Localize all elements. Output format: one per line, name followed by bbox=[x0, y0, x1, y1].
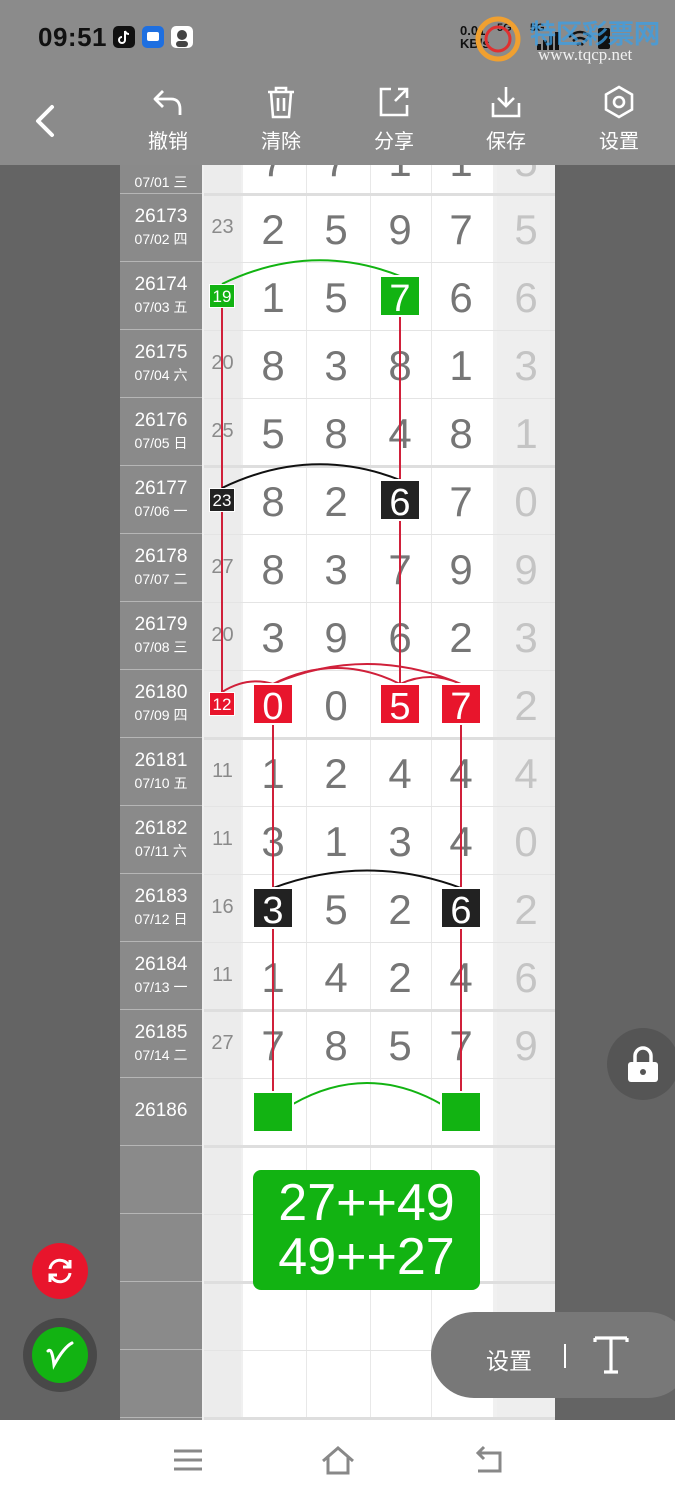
lock-button[interactable] bbox=[607, 1028, 675, 1100]
hexagon-settings-icon bbox=[604, 85, 634, 119]
download-icon bbox=[491, 87, 521, 118]
refresh-icon bbox=[48, 1258, 72, 1284]
clock: 09:51 bbox=[38, 22, 107, 52]
text-T-icon[interactable] bbox=[591, 1332, 631, 1378]
highlight-digit-box: 7 bbox=[440, 683, 482, 728]
pen-button-inner bbox=[32, 1327, 88, 1383]
trash-icon bbox=[268, 86, 294, 119]
pen-button[interactable] bbox=[23, 1318, 97, 1392]
green-arc bbox=[292, 1082, 442, 1105]
text-settings-label[interactable]: 设置 bbox=[486, 1342, 532, 1376]
pill-separator bbox=[564, 1344, 566, 1368]
save-button[interactable]: 保存 bbox=[466, 85, 546, 154]
highlight-digit-box: 7 bbox=[379, 275, 421, 320]
black-arc bbox=[221, 463, 401, 489]
share-button[interactable]: 分享 bbox=[354, 85, 434, 154]
black-arc bbox=[272, 869, 462, 889]
message-app-icon bbox=[142, 26, 164, 48]
highlight-sum-box: 23 bbox=[209, 488, 235, 512]
settings-label: 设置 bbox=[599, 131, 639, 153]
settings-button[interactable]: 设置 bbox=[579, 85, 659, 154]
menu-icon[interactable] bbox=[172, 1445, 204, 1475]
highlight-sum-box: 12 bbox=[209, 692, 235, 716]
highlight-digit-box: 0 bbox=[252, 683, 294, 728]
undo-icon bbox=[153, 90, 182, 115]
highlight-digit-box: 3 bbox=[252, 887, 294, 932]
share-label: 分享 bbox=[374, 131, 414, 153]
lottery-grid[interactable]: 07/01 三 26173 07/02 四 26174 07/03 五 26175 07/0… bbox=[120, 165, 555, 1420]
lock-icon bbox=[628, 1046, 658, 1082]
highlight-digit-box bbox=[440, 1091, 482, 1133]
undo-label: 撤销 bbox=[148, 131, 188, 153]
refresh-button[interactable] bbox=[32, 1243, 88, 1299]
status-bar: 09:51 0.01 KB/s 5G 5G 特区彩票网 www.tqcp.net bbox=[0, 0, 675, 75]
back-arrow-icon[interactable] bbox=[30, 103, 60, 139]
clear-label: 清除 bbox=[261, 131, 301, 153]
watermark-url: www.tqcp.net bbox=[538, 45, 633, 64]
highlight-sum-box: 19 bbox=[209, 284, 235, 308]
prediction-box[interactable]: 27++49 49++27 bbox=[253, 1170, 480, 1290]
tiktok-icon bbox=[113, 26, 135, 48]
system-nav-bar bbox=[0, 1420, 675, 1500]
undo-button[interactable]: 撤销 bbox=[128, 85, 208, 154]
green-arc bbox=[221, 259, 401, 285]
prediction-line-1: 27++49 bbox=[278, 1174, 455, 1232]
highlight-digit-box: 5 bbox=[379, 683, 421, 728]
prediction-line-2: 49++27 bbox=[278, 1228, 455, 1286]
toolbar: 撤销 清除 分享 保存 设置 bbox=[0, 75, 675, 165]
home-icon[interactable] bbox=[320, 1445, 356, 1475]
highlight-digit-box: 6 bbox=[440, 887, 482, 932]
highlight-digit-box: 6 bbox=[379, 479, 421, 524]
red-arc bbox=[272, 663, 462, 685]
back-icon[interactable] bbox=[470, 1445, 506, 1475]
share-icon bbox=[379, 87, 409, 117]
avatar-app-icon bbox=[171, 26, 193, 48]
highlight-digit-box bbox=[252, 1091, 294, 1133]
save-label: 保存 bbox=[486, 131, 526, 153]
watermark-logo-icon bbox=[475, 16, 521, 62]
clear-button[interactable]: 清除 bbox=[241, 85, 321, 154]
text-settings-pill[interactable]: 设置 bbox=[431, 1312, 675, 1398]
pen-icon bbox=[46, 1341, 74, 1370]
